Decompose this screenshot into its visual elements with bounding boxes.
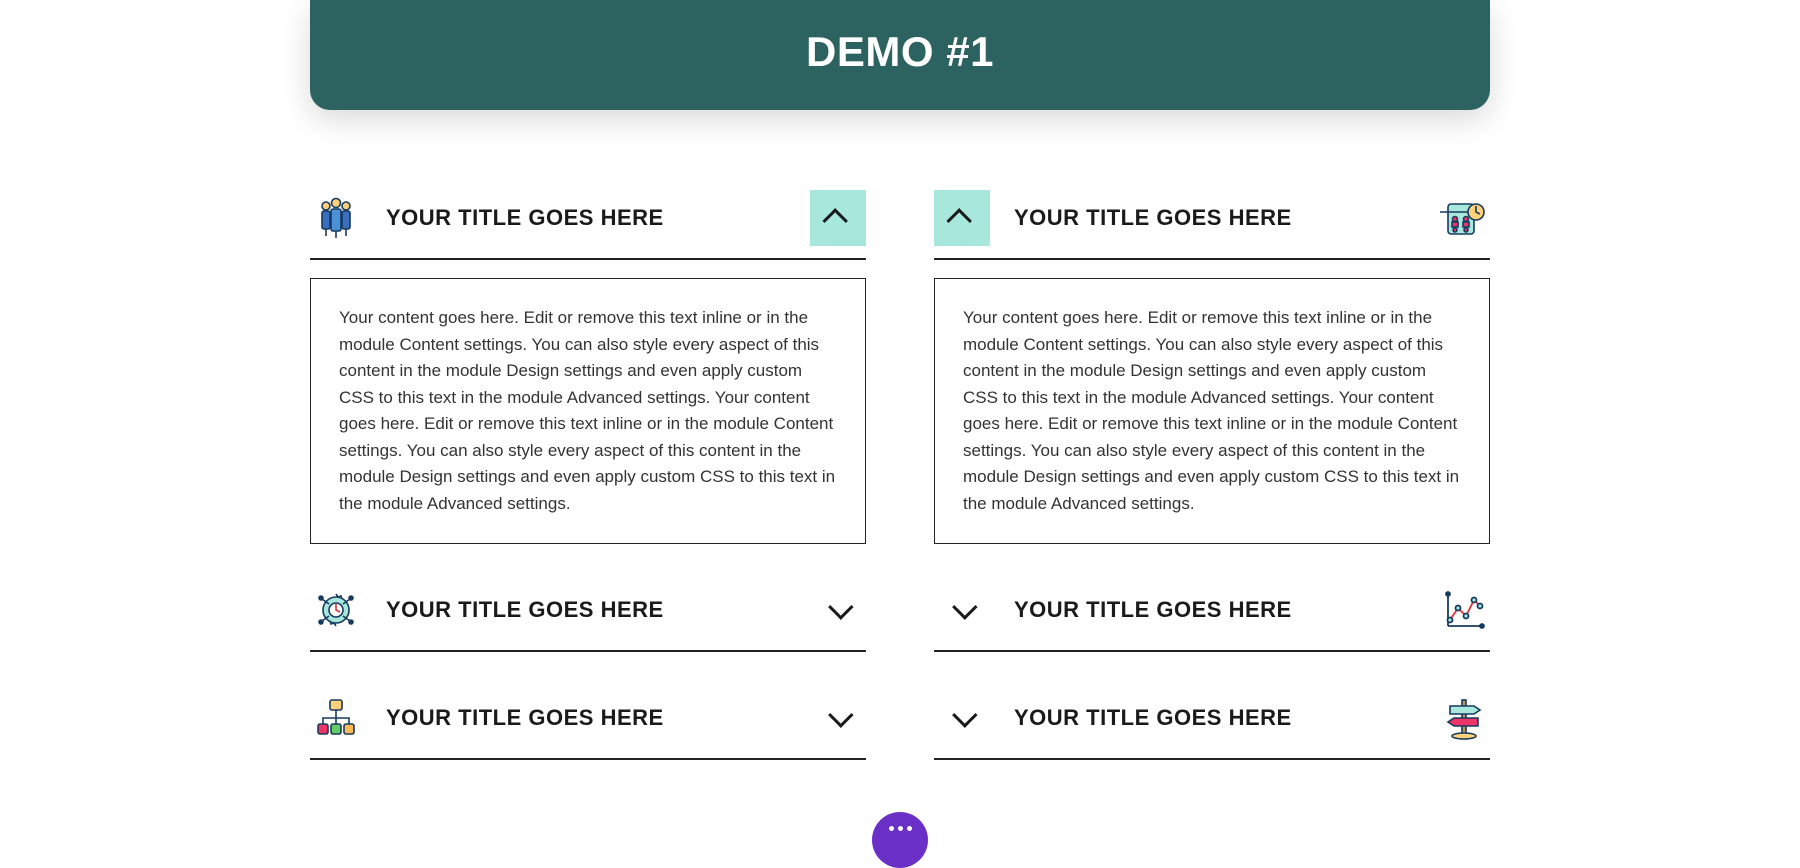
accordion-header[interactable]: YOUR TITLE GOES HERE [934, 582, 1490, 652]
page-title: DEMO #1 [310, 28, 1490, 76]
accordion-item: YOUR TITLE GOES HERE [934, 582, 1490, 652]
accordion-columns: YOUR TITLE GOES HERE Your content goes h… [310, 190, 1490, 798]
analytics-icon [1438, 584, 1490, 636]
page-header: DEMO #1 [310, 0, 1490, 110]
accordion-body: Your content goes here. Edit or remove t… [310, 278, 866, 544]
chevron-down-icon [952, 703, 977, 728]
chevron-toggle[interactable] [810, 190, 866, 246]
accordion-title: YOUR TITLE GOES HERE [386, 705, 786, 731]
chevron-toggle[interactable] [810, 582, 866, 638]
accordion-title: YOUR TITLE GOES HERE [1014, 597, 1414, 623]
accordion-title: YOUR TITLE GOES HERE [1014, 705, 1414, 731]
right-column: YOUR TITLE GOES HERE [934, 190, 1490, 798]
chevron-down-icon [828, 703, 853, 728]
accordion-item: YOUR TITLE GOES HERE Your content goes h… [310, 190, 866, 544]
left-column: YOUR TITLE GOES HERE Your content goes h… [310, 190, 866, 798]
accordion-header[interactable]: YOUR TITLE GOES HERE [934, 690, 1490, 760]
gear-clock-icon [310, 584, 362, 636]
accordion-item: YOUR TITLE GOES HERE [934, 190, 1490, 544]
chevron-down-icon [828, 595, 853, 620]
accordion-title: YOUR TITLE GOES HERE [386, 597, 786, 623]
accordion-header[interactable]: YOUR TITLE GOES HERE [310, 582, 866, 652]
accordion-title: YOUR TITLE GOES HERE [1014, 205, 1414, 231]
dots-icon [889, 826, 894, 831]
accordion-header[interactable]: YOUR TITLE GOES HERE [310, 690, 866, 760]
chevron-toggle[interactable] [810, 690, 866, 746]
floating-action-button[interactable] [872, 812, 928, 868]
chevron-up-icon [946, 208, 971, 233]
signpost-icon [1438, 692, 1490, 744]
chevron-toggle[interactable] [934, 690, 990, 746]
dots-icon [907, 826, 912, 831]
accordion-item: YOUR TITLE GOES HERE [310, 690, 866, 760]
dots-icon [898, 826, 903, 831]
accordion-item: YOUR TITLE GOES HERE [310, 582, 866, 652]
chevron-toggle[interactable] [934, 582, 990, 638]
calendar-people-icon [1438, 192, 1490, 244]
chevron-up-icon [822, 208, 847, 233]
people-icon [310, 192, 362, 244]
org-chart-icon [310, 692, 362, 744]
accordion-item: YOUR TITLE GOES HERE [934, 690, 1490, 760]
accordion-header[interactable]: YOUR TITLE GOES HERE [934, 190, 1490, 260]
accordion-header[interactable]: YOUR TITLE GOES HERE [310, 190, 866, 260]
chevron-toggle[interactable] [934, 190, 990, 246]
accordion-title: YOUR TITLE GOES HERE [386, 205, 786, 231]
accordion-body: Your content goes here. Edit or remove t… [934, 278, 1490, 544]
chevron-down-icon [952, 595, 977, 620]
